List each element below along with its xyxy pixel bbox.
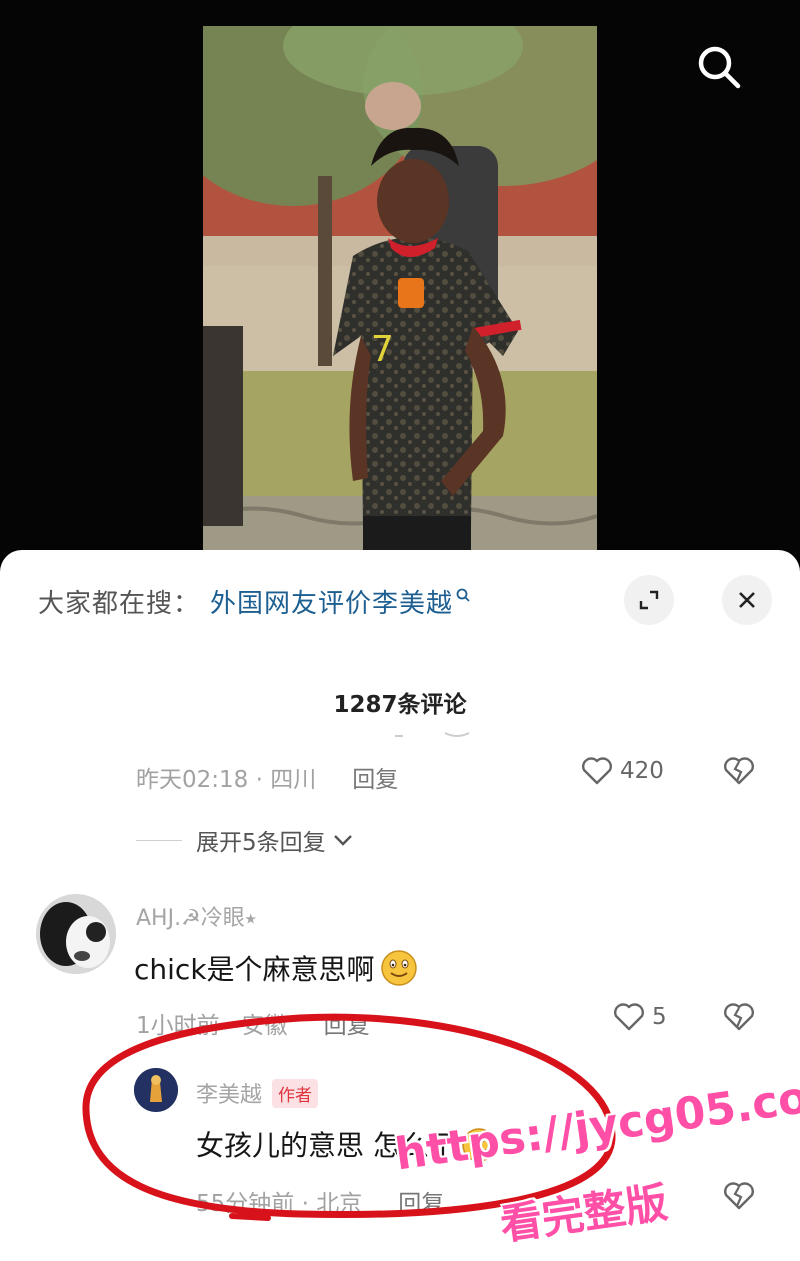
like-button[interactable]: 5 [612, 1002, 667, 1032]
comment-sheet: 大家都在搜： 外国网友评价李美越 1287条评论 昨天02:18 · 四川 回复 … [0, 550, 800, 1261]
sweat-smile-emoji-icon [462, 1128, 496, 1162]
comment-username[interactable]: AHJ.☭冷眼⭑ [136, 900, 257, 932]
scroll-cue [395, 732, 470, 737]
svg-text:7: 7 [371, 329, 394, 370]
chevron-down-icon [333, 835, 352, 846]
comment-text: chick是个麻意思啊 [134, 948, 419, 988]
expand-replies-button[interactable]: 展开5条回复 [136, 823, 356, 857]
like-count: 5 [652, 1004, 667, 1030]
broken-heart-icon [724, 1182, 754, 1210]
comment-time-location: 昨天02:18 · 四川 [136, 767, 317, 793]
reply-meta: 55分钟前 · 北京 回复 [196, 1184, 444, 1218]
comment-text-content: chick是个麻意思啊 [134, 953, 375, 986]
comment-count: 1287条评论 [333, 692, 467, 718]
search-icon [698, 46, 741, 89]
reply-username[interactable]: 李美越 [196, 1077, 262, 1109]
search-suggestion[interactable]: 大家都在搜： 外国网友评价李美越 [38, 583, 471, 620]
comment-meta: 1小时前 · 安徽 回复 [136, 1006, 370, 1040]
dislike-button[interactable] [722, 756, 756, 790]
video-thumbnail: 7 [203, 26, 597, 560]
search-suggestion-link[interactable]: 外国网友评价李美越 [210, 583, 453, 620]
expand-icon [639, 590, 659, 610]
small-search-icon [456, 588, 470, 602]
expand-replies-label: 展开5条回复 [196, 830, 326, 856]
video-player[interactable]: 7 [0, 0, 800, 560]
close-sheet-button[interactable] [722, 575, 772, 625]
avatar-image [36, 894, 116, 974]
author-badge: 作者 [272, 1078, 319, 1108]
heart-icon [582, 757, 612, 785]
search-suggestion-prefix: 大家都在搜： [38, 589, 201, 619]
comment-time-location: 1小时前 · 安徽 [136, 1013, 288, 1039]
dislike-button[interactable] [722, 1002, 756, 1036]
author-avatar-image [134, 1068, 178, 1112]
reply-button[interactable]: 回复 [398, 1191, 444, 1217]
video-frame[interactable]: 7 [203, 26, 597, 560]
dislike-button[interactable] [722, 1181, 756, 1215]
reply-text-content: 女孩儿的意思 怎么了 [196, 1129, 457, 1162]
reply-time-location: 55分钟前 · 北京 [196, 1191, 363, 1217]
expand-sheet-button[interactable] [624, 575, 674, 625]
reply-text: 女孩儿的意思 怎么了 [196, 1124, 499, 1164]
like-count: 420 [620, 758, 664, 784]
like-button[interactable]: 420 [580, 756, 664, 786]
reply-button[interactable]: 回复 [352, 767, 398, 793]
heart-icon [614, 1003, 644, 1031]
search-button[interactable] [692, 40, 746, 94]
smile-emoji-icon [380, 950, 417, 986]
reply-username-row: 李美越 作者 [196, 1077, 319, 1109]
comment-meta: 昨天02:18 · 四川 回复 [136, 760, 398, 794]
divider-line [136, 839, 182, 841]
broken-heart-icon [724, 1003, 754, 1031]
reply-button[interactable]: 回复 [324, 1013, 370, 1039]
broken-heart-icon [724, 757, 754, 785]
author-avatar[interactable] [134, 1068, 178, 1112]
avatar[interactable] [36, 894, 116, 974]
close-icon [739, 592, 755, 608]
